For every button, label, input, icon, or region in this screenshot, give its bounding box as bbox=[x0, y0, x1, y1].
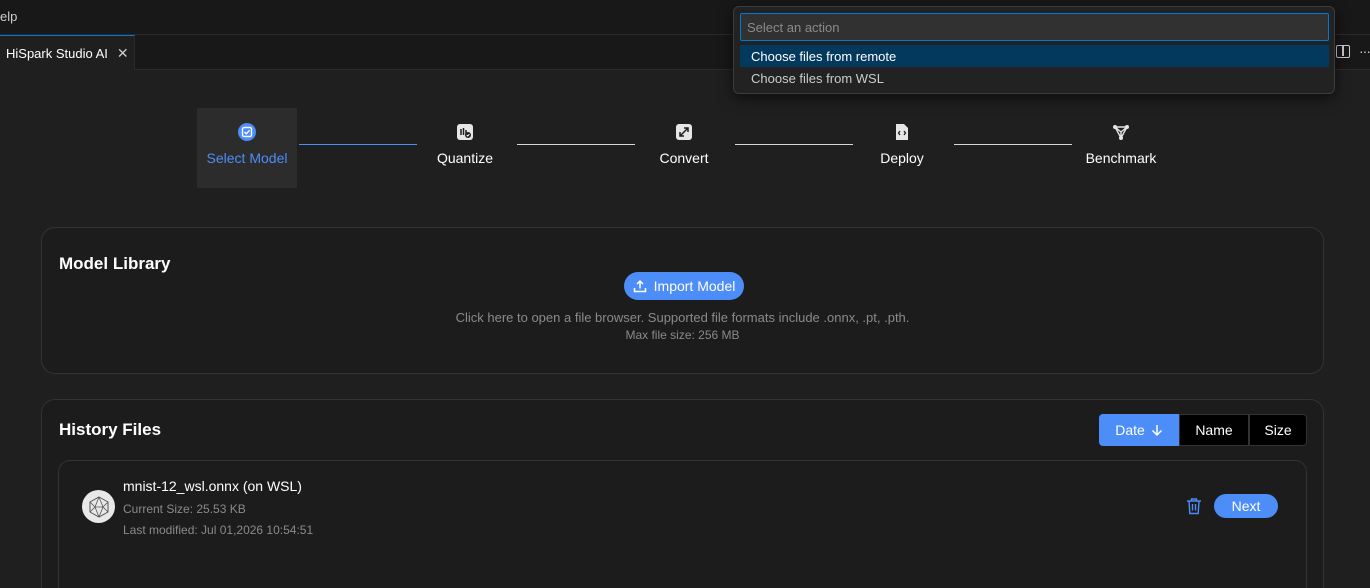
step-select-model[interactable]: Select Model bbox=[197, 108, 297, 188]
upload-icon bbox=[633, 279, 646, 293]
file-modified: Last modified: Jul 01,2026 10:54:51 bbox=[123, 523, 314, 537]
sort-name-label: Name bbox=[1195, 422, 1233, 438]
step-label: Quantize bbox=[436, 150, 494, 166]
step-label: Select Model bbox=[206, 150, 288, 166]
workflow-stepper: Select Model Quantize Convert Deploy Ben… bbox=[0, 108, 1370, 188]
select-model-icon bbox=[238, 123, 256, 141]
upload-help-text[interactable]: Click here to open a file browser. Suppo… bbox=[42, 310, 1323, 325]
history-file-item: mnist-12_wsl.onnx (on WSL) Current Size:… bbox=[58, 460, 1307, 588]
quick-pick-input[interactable] bbox=[740, 13, 1329, 41]
file-name: mnist-12_wsl.onnx (on WSL) bbox=[123, 478, 302, 494]
step-benchmark[interactable]: Benchmark bbox=[1071, 108, 1171, 188]
max-size-text: Max file size: 256 MB bbox=[625, 328, 740, 342]
model-library-card: Model Library Import Model Click here to… bbox=[41, 227, 1324, 374]
quick-pick-item-label: Choose files from WSL bbox=[751, 70, 884, 86]
import-model-label: Import Model bbox=[653, 278, 736, 294]
menu-help[interactable]: elp bbox=[0, 9, 17, 24]
step-connector bbox=[299, 144, 417, 145]
step-label: Benchmark bbox=[1085, 150, 1157, 166]
sort-date-label: Date bbox=[1115, 422, 1145, 438]
benchmark-icon bbox=[1113, 125, 1129, 140]
quick-pick-panel: Choose files from remote Choose files fr… bbox=[733, 6, 1335, 94]
model-file-icon bbox=[82, 490, 115, 523]
quick-pick-item-remote[interactable]: Choose files from remote bbox=[740, 45, 1329, 67]
quick-pick-item-label: Choose files from remote bbox=[751, 48, 897, 64]
next-button[interactable]: Next bbox=[1214, 494, 1278, 518]
sort-toggle-group: Date Name Size bbox=[1099, 414, 1307, 446]
quantize-icon bbox=[457, 124, 473, 140]
step-deploy[interactable]: Deploy bbox=[852, 108, 952, 188]
sort-name-button[interactable]: Name bbox=[1179, 414, 1249, 446]
more-actions-icon[interactable]: ··· bbox=[1359, 43, 1370, 59]
step-connector bbox=[517, 144, 635, 145]
history-files-card: History Files Date Name Size mnist-12_ws… bbox=[41, 399, 1324, 588]
split-editor-icon[interactable] bbox=[1336, 45, 1350, 58]
deploy-icon bbox=[896, 124, 908, 140]
step-label: Deploy bbox=[880, 150, 924, 166]
step-label: Convert bbox=[659, 150, 709, 166]
import-model-button[interactable]: Import Model bbox=[624, 272, 744, 300]
history-files-title: History Files bbox=[59, 420, 162, 439]
close-icon[interactable]: ✕ bbox=[117, 45, 129, 62]
tab-hispark-studio-ai[interactable]: HiSpark Studio AI ✕ bbox=[0, 35, 135, 70]
step-convert[interactable]: Convert bbox=[634, 108, 734, 188]
file-size: Current Size: 25.53 KB bbox=[123, 502, 246, 516]
tab-label: HiSpark Studio AI bbox=[6, 45, 108, 61]
step-quantize[interactable]: Quantize bbox=[415, 108, 515, 188]
arrow-down-icon bbox=[1151, 424, 1162, 436]
step-connector bbox=[735, 144, 853, 145]
polyhedron-icon bbox=[89, 495, 108, 518]
trash-icon[interactable] bbox=[1186, 497, 1202, 515]
convert-icon bbox=[676, 124, 692, 140]
sort-date-button[interactable]: Date bbox=[1099, 414, 1179, 446]
quick-pick-item-wsl[interactable]: Choose files from WSL bbox=[740, 67, 1329, 89]
sort-size-label: Size bbox=[1264, 422, 1292, 438]
step-connector bbox=[954, 144, 1072, 145]
sort-size-button[interactable]: Size bbox=[1249, 414, 1307, 446]
model-library-title: Model Library bbox=[59, 254, 171, 273]
